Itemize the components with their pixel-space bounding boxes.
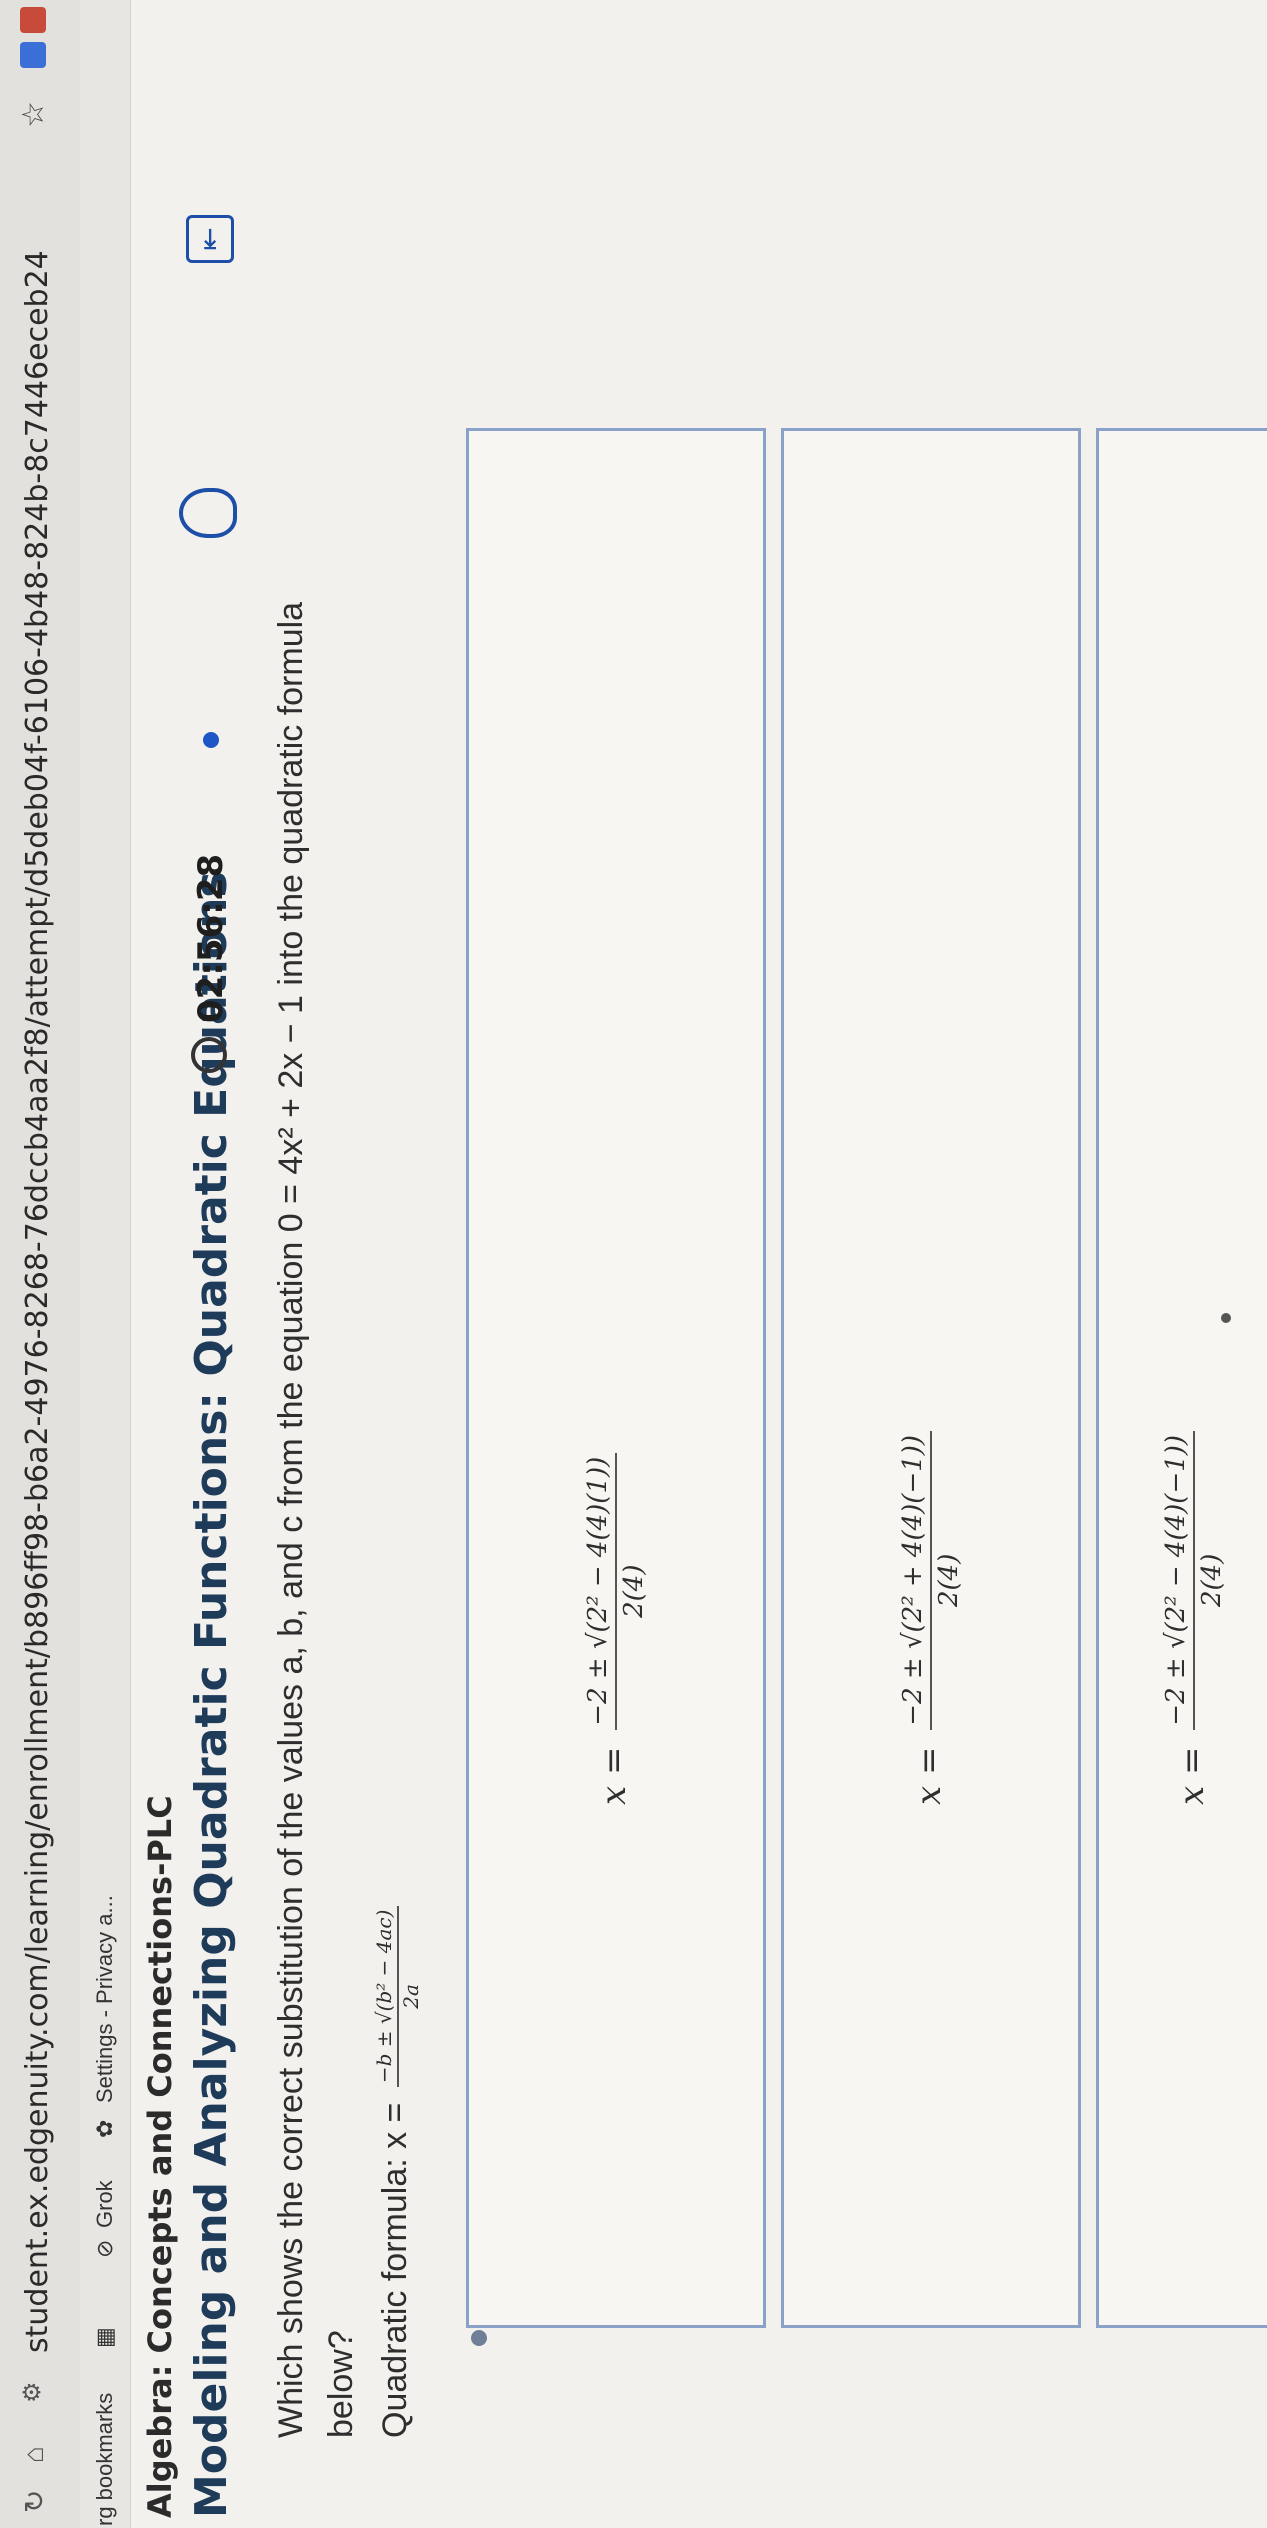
- status-dot: [203, 732, 219, 748]
- option-3-prefix: x =: [1172, 1746, 1212, 1805]
- site-info-icon[interactable]: ⚙: [18, 2381, 47, 2403]
- browser-toolbar: ↻ ⌂ ⚙ student.ex.edgenuity.com/learning/…: [0, 0, 81, 2528]
- option-3-expression: x = −2 ± √(2² − 4(4)(−1)) 2(4): [1159, 1430, 1229, 1805]
- formula-label: Quadratic formula: x =: [375, 2102, 414, 2438]
- option-1-prefix: x =: [594, 1746, 634, 1805]
- bookmark-grok[interactable]: Grok: [92, 2180, 118, 2228]
- timer-icon: [191, 1037, 227, 1073]
- formula-denominator: 2a: [399, 1984, 423, 2009]
- lesson-page: Algebra: Concepts and Connections-PLC Mo…: [131, 0, 1267, 2528]
- bookmark-star-icon[interactable]: ☆: [16, 101, 51, 128]
- extension-icon[interactable]: [20, 42, 46, 68]
- answer-option-3[interactable]: x = −2 ± √(2² − 4(4)(−1)) 2(4): [1096, 428, 1267, 2328]
- back-arrow-icon[interactable]: ⇤: [186, 215, 234, 263]
- course-title: Algebra: Concepts and Connections-PLC: [141, 1795, 179, 2518]
- option-1-denominator: 2(4): [619, 1564, 649, 1618]
- option-1-expression: x = −2 ± √(2² − 4(4)(1)) 2(4): [581, 1452, 651, 1805]
- option-2-denominator: 2(4): [934, 1553, 964, 1608]
- option-2-fraction: −2 ± √(2² + 4(4)(−1)) 2(4): [896, 1430, 966, 1730]
- option-2-expression: x = −2 ± √(2² + 4(4)(−1)) 2(4): [896, 1430, 966, 1805]
- all-bookmarks-link[interactable]: rg bookmarks: [92, 2393, 118, 2526]
- option-2-prefix: x =: [909, 1746, 949, 1805]
- lightbulb-icon[interactable]: [179, 488, 237, 538]
- address-bar[interactable]: student.ex.edgenuity.com/learning/enroll…: [12, 250, 64, 2353]
- option-1-fraction: −2 ± √(2² − 4(4)(1)) 2(4): [581, 1452, 651, 1730]
- option-3-numerator: −2 ± √(2² − 4(4)(−1)): [1159, 1430, 1195, 1730]
- formula-numerator: −b ± √(b² − 4ac): [371, 1905, 399, 2088]
- quadratic-formula: Quadratic formula: x = −b ± √(b² − 4ac) …: [371, 1905, 423, 2438]
- timer: 02:56:28: [191, 853, 231, 1023]
- settings-icon: ✿: [92, 2119, 117, 2138]
- browser-window: ↻ ⌂ ⚙ student.ex.edgenuity.com/learning/…: [0, 0, 1267, 2528]
- option-3-denominator: 2(4): [1197, 1553, 1227, 1608]
- option-2-numerator: −2 ± √(2² + 4(4)(−1)): [896, 1430, 932, 1730]
- lesson-title: Modeling and Analyzing Quadratic Functio…: [186, 871, 237, 2518]
- option-1-radio[interactable]: [471, 2330, 487, 2346]
- option-3-fraction: −2 ± √(2² − 4(4)(−1)) 2(4): [1159, 1430, 1229, 1730]
- answer-option-2[interactable]: x = −2 ± √(2² + 4(4)(−1)) 2(4): [781, 428, 1081, 2328]
- answer-option-1[interactable]: x = −2 ± √(2² − 4(4)(1)) 2(4): [466, 428, 766, 2328]
- apps-grid-icon[interactable]: ▦: [92, 2327, 118, 2348]
- option-1-numerator: −2 ± √(2² − 4(4)(1)): [581, 1452, 617, 1730]
- question-prompt: Which shows the correct substitution of …: [272, 601, 360, 2438]
- formula-fraction: −b ± √(b² − 4ac) 2a: [371, 1905, 423, 2088]
- grok-icon: ⊘: [92, 2239, 117, 2258]
- cursor-dot: [1221, 1313, 1231, 1323]
- reload-icon[interactable]: ↻: [18, 2490, 51, 2513]
- bookmarks-bar: rg bookmarks ▦ ⊘ Grok ✿ Settings - Priva…: [80, 0, 131, 2528]
- home-icon[interactable]: ⌂: [18, 2446, 50, 2463]
- extension-icon-2[interactable]: [20, 7, 46, 33]
- bookmark-settings-privacy[interactable]: Settings - Privacy a...: [92, 1895, 118, 2103]
